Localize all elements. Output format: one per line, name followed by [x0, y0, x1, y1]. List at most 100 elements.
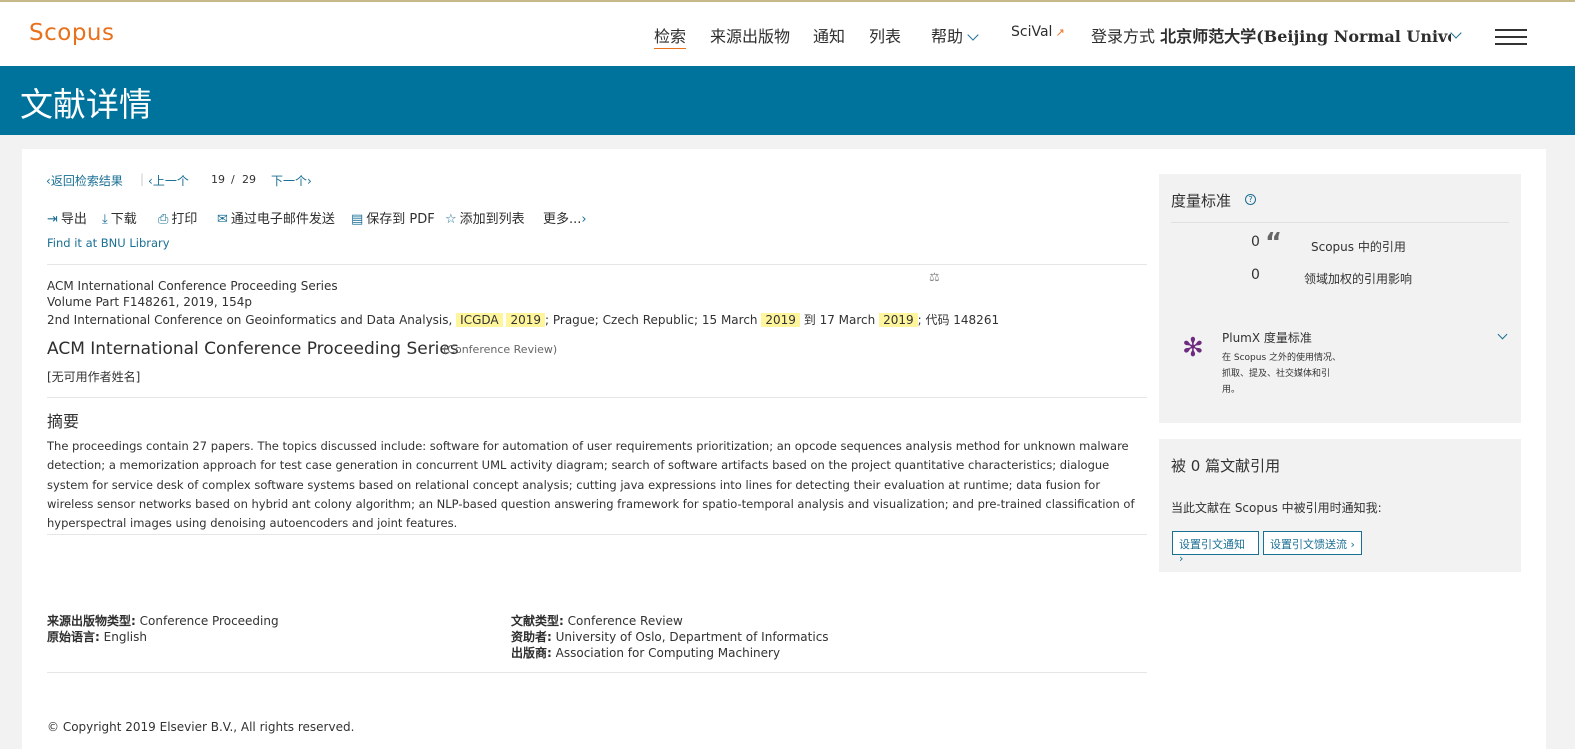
language-value: English [103, 630, 147, 644]
export-icon: ⇥ [47, 212, 58, 227]
start-year: 2019 [761, 313, 800, 327]
source-series: ACM International Conference Proceeding … [47, 279, 338, 293]
language-label: 原始语言: [47, 630, 100, 644]
help-icon[interactable]: ? [1245, 194, 1256, 205]
publisher-value: Association for Computing Machinery [555, 646, 781, 660]
back-to-results-link[interactable]: ‹返回检索结果 [46, 172, 123, 189]
conf-location: ; Prague; Czech Republic; 15 March [545, 313, 758, 327]
hamburger-icon[interactable] [1495, 29, 1527, 50]
citations-label: Scopus 中的引用 [1311, 240, 1406, 254]
next-label: 下一个 [271, 174, 308, 188]
save-pdf-label: 保存到 PDF [366, 212, 435, 227]
notify-text: 当此文献在 Scopus 中被引用时通知我: [1171, 501, 1382, 515]
authors: [无可用作者姓名] [47, 370, 141, 384]
next-link[interactable]: 下一个› [271, 172, 312, 189]
doc-type-field: 文献类型: Conference Review [511, 612, 683, 629]
page-title: 文献详情 [20, 85, 152, 124]
download-label: 下载 [110, 212, 137, 227]
conf-code: ; 代码 148261 [917, 313, 1000, 327]
save-pdf-button[interactable]: ▤ 保存到 PDF [351, 208, 435, 227]
star-icon: ☆ [445, 212, 457, 227]
download-icon: ⤓ [102, 212, 108, 227]
source-volume: Volume Part F148261, 2019, 154p [47, 295, 252, 309]
email-button[interactable]: ✉ 通过电子邮件发送 [217, 208, 335, 227]
sponsor-field: 资助者: University of Oslo, Department of I… [511, 628, 829, 645]
language-field: 原始语言: English [47, 628, 147, 645]
set-feed-label: 设置引文馈送流 [1270, 538, 1347, 551]
top-header: Scopus 检索 来源出版物 通知 列表 帮助 SciVal ↗ 登录方式 北京… [0, 2, 1575, 66]
nav-lists[interactable]: 列表 [869, 23, 901, 47]
print-icon: ⎙ [158, 212, 169, 227]
fwci-count: 0 [1251, 267, 1260, 283]
doc-type-value: Conference Review [567, 614, 683, 628]
publisher-field: 出版商: Association for Computing Machinery [511, 644, 780, 661]
date-to: 到 17 March [803, 313, 876, 327]
print-button[interactable]: ⎙ 打印 [158, 208, 197, 227]
print-label: 打印 [171, 212, 198, 227]
metrics-panel [1159, 174, 1521, 423]
chevron-down-icon[interactable] [1450, 27, 1462, 39]
nav-alerts[interactable]: 通知 [813, 23, 845, 47]
conf-prefix: 2nd International Conference on Geoinfor… [47, 313, 453, 327]
sponsor-value: University of Oslo, Department of Inform… [555, 630, 829, 644]
back-label: 返回检索结果 [50, 174, 123, 188]
pager-divider: | [140, 172, 145, 186]
nav-scival[interactable]: SciVal ↗ [1011, 24, 1065, 40]
sponsor-label: 资助者: [511, 630, 552, 644]
prev-label: 上一个 [152, 174, 189, 188]
institution-name: 北京师范大学(Beijing Normal Universi [1160, 27, 1451, 46]
conf-year: 2019 [506, 313, 546, 327]
plumx-desc-3: 用。 [1222, 385, 1241, 395]
publisher-label: 出版商: [511, 646, 552, 660]
conference-line: 2nd International Conference on Geoinfor… [47, 311, 999, 328]
plumx-desc-1: 在 Scopus 之外的使用情况、 [1222, 353, 1341, 363]
add-to-list-button[interactable]: ☆ 添加到列表 [445, 208, 525, 227]
fwci-label: 领域加权的引用影响 [1304, 272, 1413, 286]
pager-current: 19 [211, 173, 225, 186]
more-button[interactable]: 更多...› [543, 208, 587, 227]
conf-acronym: ICGDA [456, 313, 503, 327]
library-link[interactable]: Find it at BNU Library [47, 236, 170, 250]
source-type-label: 来源出版物类型: [47, 614, 136, 628]
chevron-down-icon [967, 29, 979, 41]
plumx-title[interactable]: PlumX 度量标准 [1222, 329, 1312, 346]
quote-icon: “ [1265, 228, 1283, 258]
export-label: 导出 [60, 212, 87, 227]
plumx-desc-2: 抓取、提及、社交媒体和引 [1222, 369, 1331, 379]
divider [1171, 222, 1509, 223]
download-button[interactable]: ⤓ 下载 [102, 208, 137, 227]
divider [47, 264, 1147, 265]
pager-slash: / [231, 173, 235, 186]
citations-count: 0 [1251, 234, 1260, 250]
login-institution[interactable]: 登录方式 北京师范大学(Beijing Normal Universi [1091, 23, 1451, 47]
seesaw-icon: ⚖ [929, 270, 940, 284]
source-type-field: 来源出版物类型: Conference Proceeding [47, 612, 279, 629]
nav-help-label: 帮助 [931, 27, 964, 46]
document-type-note: (Conference Review) [443, 343, 558, 356]
nav-sources[interactable]: 来源出版物 [710, 23, 790, 47]
abstract-heading: 摘要 [47, 412, 80, 431]
cited-by-heading: 被 0 篇文献引用 [1171, 457, 1281, 475]
copyright: © Copyright 2019 Elsevier B.V., All righ… [47, 720, 355, 734]
plumx-icon: ✻ [1182, 333, 1204, 363]
pdf-icon: ▤ [351, 212, 364, 227]
divider [47, 672, 1147, 673]
set-citation-feed-button[interactable]: 设置引文馈送流 › [1263, 531, 1362, 555]
divider [47, 534, 1147, 535]
export-button[interactable]: ⇥ 导出 [47, 208, 87, 227]
set-citation-alert-button[interactable]: 设置引文通知 › [1172, 531, 1259, 565]
add-list-label: 添加到列表 [459, 212, 525, 227]
pager-total: 29 [242, 173, 256, 186]
document-title: ACM International Conference Proceeding … [47, 339, 459, 359]
nav-help[interactable]: 帮助 [931, 23, 979, 47]
set-alert-label: 设置引文通知 [1179, 538, 1245, 551]
prev-link[interactable]: ‹上一个 [148, 172, 189, 189]
end-year: 2019 [879, 313, 918, 327]
doc-type-label: 文献类型: [511, 614, 564, 628]
scival-label: SciVal [1011, 24, 1053, 40]
more-label: 更多... [543, 212, 582, 227]
scopus-logo[interactable]: Scopus [29, 20, 114, 46]
source-type-value: Conference Proceeding [139, 614, 279, 628]
login-prefix: 登录方式 [1091, 27, 1156, 46]
nav-search[interactable]: 检索 [654, 23, 686, 47]
